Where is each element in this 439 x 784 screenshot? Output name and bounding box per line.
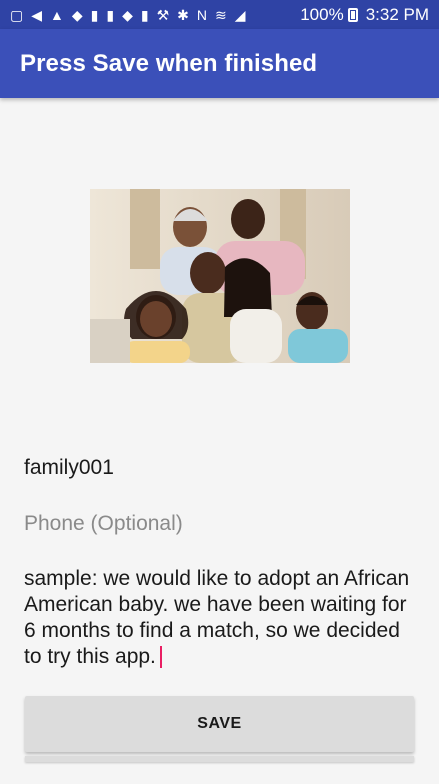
shield-icon: ◆ [71, 6, 83, 23]
app-title: Press Save when finished [20, 49, 318, 77]
alert-icon: ▲ [50, 6, 64, 23]
wifi-icon: ≋ [215, 6, 227, 23]
name-field[interactable]: family001 [24, 456, 114, 480]
battery-icon [347, 7, 358, 22]
family-photo [90, 189, 350, 363]
shield-icon: ◆ [122, 6, 133, 23]
battery-indicator: 100% [300, 4, 358, 25]
send-icon: ◀ [31, 6, 43, 23]
message-icon: ▢ [10, 6, 24, 23]
wrench-icon: ⚒ [156, 6, 170, 23]
description-field[interactable]: sample: we would like to adopt an Africa… [24, 566, 414, 670]
nfc-icon: N [196, 6, 208, 23]
text-cursor [159, 646, 162, 669]
status-right: 100% 3:32 PM [300, 5, 429, 25]
battery-percent: 100% [300, 4, 344, 24]
bottle-icon: ▮ [140, 6, 149, 23]
status-time: 3:32 PM [365, 4, 429, 24]
status-bar: ▢ ◀ ▲ ◆ ▮ ▮ ◆ ▮ ⚒ ✱ N ≋ ◢ 100% 3:32 PM [0, 0, 439, 29]
signal-icon: ◢ [234, 6, 246, 23]
app-bar: Press Save when finished [0, 29, 439, 98]
phone-field[interactable]: Phone (Optional) [24, 512, 183, 536]
bottle-icon: ▮ [106, 6, 115, 23]
button-shadow-edge [25, 756, 414, 762]
description-text: sample: we would like to adopt an Africa… [24, 567, 410, 668]
status-icons: ▢ ◀ ▲ ◆ ▮ ▮ ◆ ▮ ⚒ ✱ N ≋ ◢ [10, 8, 246, 22]
bluetooth-icon: ✱ [177, 6, 189, 23]
bottle-icon: ▮ [90, 6, 99, 23]
save-button[interactable]: SAVE [25, 696, 414, 752]
